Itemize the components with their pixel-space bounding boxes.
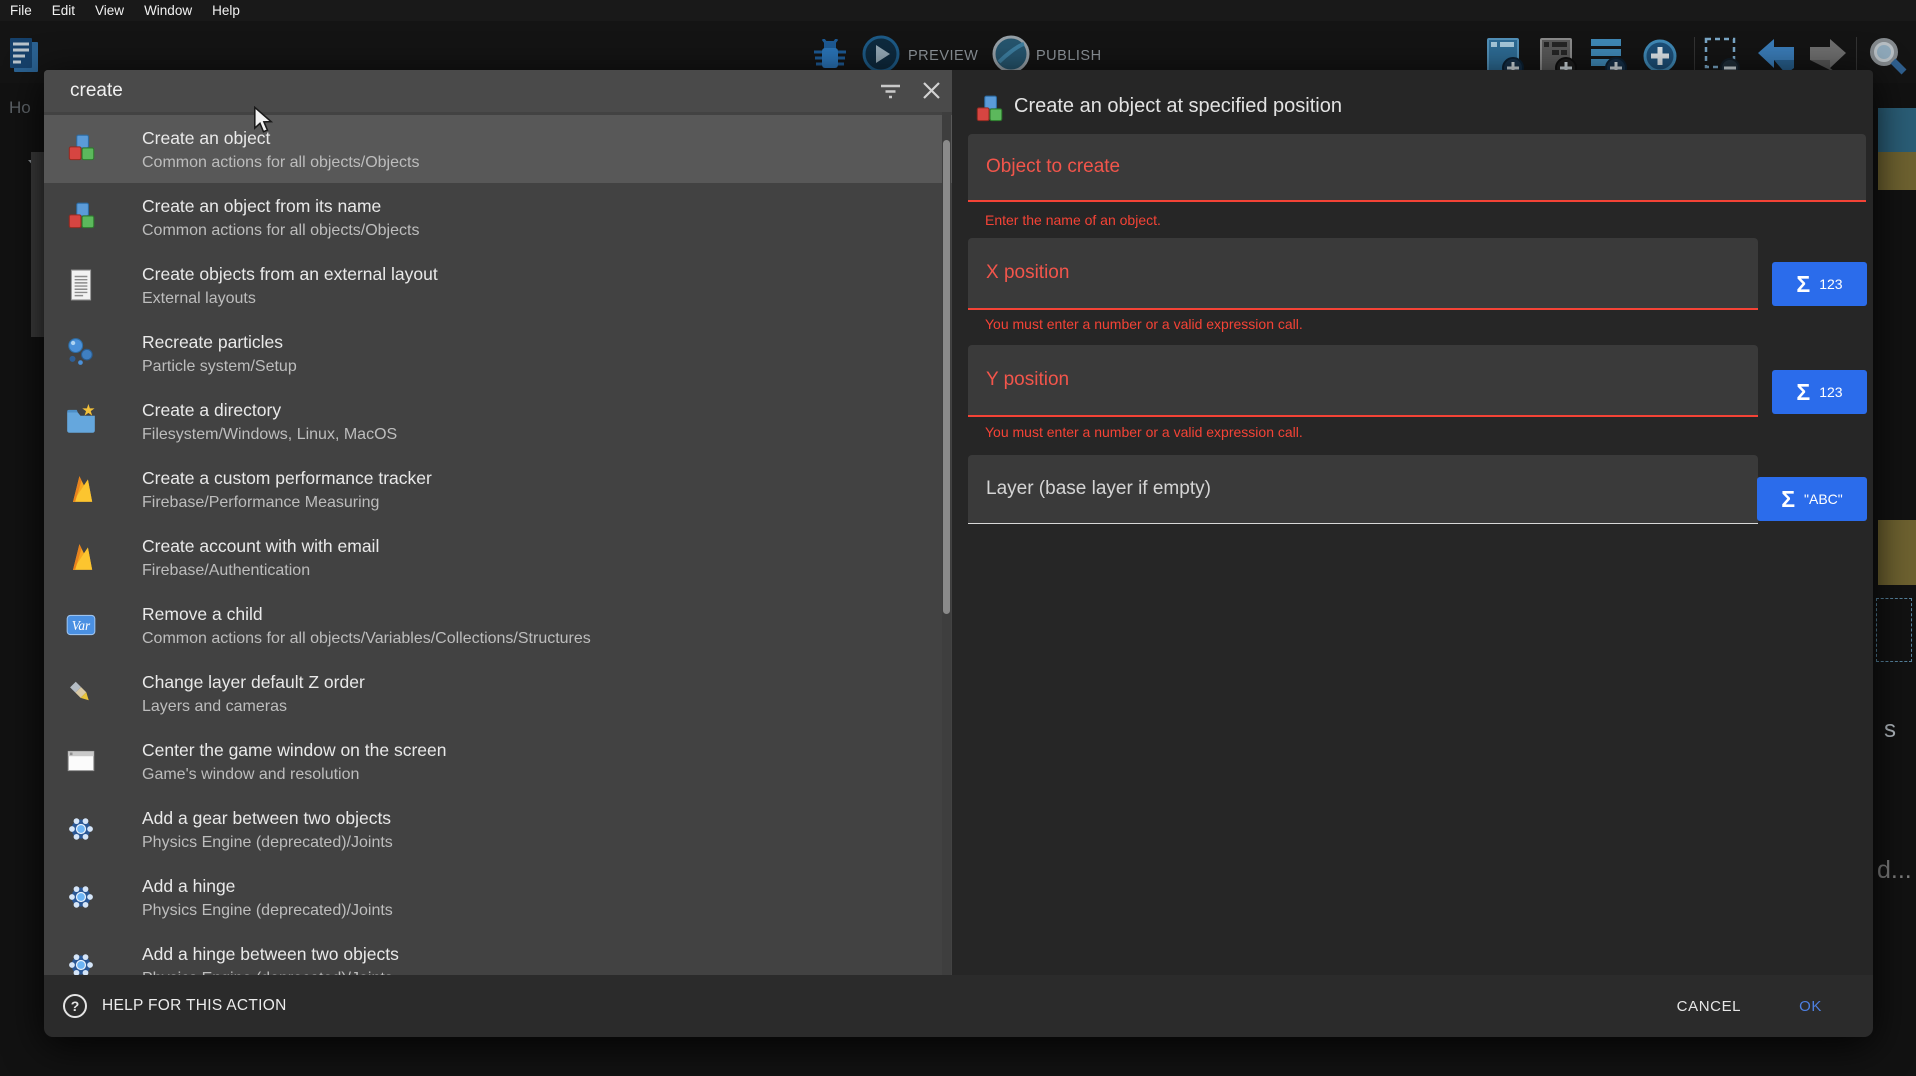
field-helper-text: Enter the name of an object. xyxy=(985,212,1161,228)
particles-icon xyxy=(64,336,98,370)
scrollbar-thumb[interactable] xyxy=(943,140,950,614)
document-icon xyxy=(64,268,98,302)
action-list-item[interactable]: Create an object Common actions for all … xyxy=(44,115,952,183)
sigma-icon: Σ xyxy=(1796,381,1810,404)
objects-cubes-icon xyxy=(64,132,98,166)
field-error-text: You must enter a number or a valid expre… xyxy=(985,316,1303,332)
action-list-item[interactable]: Var Remove a child Common actions for al… xyxy=(44,591,952,659)
y-position-field[interactable]: Y position xyxy=(968,345,1758,417)
firebase-flame-icon xyxy=(64,472,98,506)
sigma-icon: Σ xyxy=(1796,273,1810,296)
action-search-panel: create Create an object Common actions f… xyxy=(44,70,952,975)
action-list-item[interactable]: Center the game window on the screen Gam… xyxy=(44,727,952,795)
background-panel-edge xyxy=(31,152,44,337)
filter-icon[interactable] xyxy=(877,77,904,104)
background-clipped-text: s xyxy=(1884,716,1896,744)
action-list-item[interactable]: Create account with with email Firebase/… xyxy=(44,523,952,591)
layer-field[interactable]: Layer (base layer if empty) xyxy=(968,455,1758,524)
publish-button-label[interactable]: PUBLISH xyxy=(1036,48,1102,64)
x-position-field[interactable]: X position xyxy=(968,238,1758,310)
dialog-footer: ? HELP FOR THIS ACTION CANCEL OK xyxy=(44,975,1873,1037)
action-list-item[interactable]: Create a custom performance tracker Fire… xyxy=(44,455,952,523)
action-list-item[interactable]: Recreate particles Particle system/Setup xyxy=(44,319,952,387)
field-label: Layer (base layer if empty) xyxy=(986,478,1211,500)
action-parameters-panel: Create an object at specified position O… xyxy=(952,70,1873,975)
menu-help[interactable]: Help xyxy=(202,1,250,21)
background-selection-rect xyxy=(1876,598,1912,662)
svg-text:?: ? xyxy=(71,998,80,1014)
field-label: X position xyxy=(986,262,1069,284)
action-list-item[interactable]: Add a gear between two objects Physics E… xyxy=(44,795,952,863)
field-error-text: You must enter a number or a valid expre… xyxy=(985,424,1303,440)
background-teal-block xyxy=(1878,108,1916,152)
menu-edit[interactable]: Edit xyxy=(42,1,85,21)
action-list-item[interactable]: Create objects from an external layout E… xyxy=(44,251,952,319)
close-icon[interactable] xyxy=(918,77,945,104)
menu-view[interactable]: View xyxy=(85,1,134,21)
preview-button-label[interactable]: PREVIEW xyxy=(908,48,978,64)
objects-cubes-icon xyxy=(64,200,98,234)
menu-window[interactable]: Window xyxy=(134,1,202,21)
project-manager-icon[interactable] xyxy=(8,36,40,79)
ok-button[interactable]: OK xyxy=(1793,997,1828,1016)
background-olive-block xyxy=(1878,152,1916,190)
sigma-icon: Σ xyxy=(1781,488,1795,511)
action-list-item[interactable]: Change layer default Z order Layers and … xyxy=(44,659,952,727)
field-label: Y position xyxy=(986,369,1069,391)
gear-icon xyxy=(64,880,98,914)
layer-brush-icon xyxy=(64,676,98,710)
field-label: Object to create xyxy=(986,156,1120,178)
action-list-item[interactable]: ★ Create a directory Filesystem/Windows,… xyxy=(44,387,952,455)
x-position-expression-button[interactable]: Σ 123 xyxy=(1772,262,1867,306)
mouse-cursor xyxy=(252,106,273,139)
gear-icon xyxy=(64,948,98,975)
background-clipped-text: d... xyxy=(1877,856,1912,885)
instruction-editor-dialog: create Create an object Common actions f… xyxy=(44,70,1873,1037)
layer-expression-button[interactable]: Σ "ABC" xyxy=(1757,477,1867,521)
menu-file[interactable]: File xyxy=(9,1,42,21)
help-icon: ? xyxy=(62,993,88,1019)
search-input[interactable]: create xyxy=(70,80,123,102)
menu-bar: FileEditViewWindowHelp xyxy=(0,0,1916,21)
object-to-create-field[interactable]: Object to create xyxy=(968,134,1866,202)
background-olive-block xyxy=(1878,520,1916,585)
action-list: Create an object Common actions for all … xyxy=(44,112,952,975)
firebase-flame-icon xyxy=(64,540,98,574)
cancel-button[interactable]: CANCEL xyxy=(1671,997,1747,1016)
var-badge-icon: Var xyxy=(64,608,98,642)
help-button[interactable]: ? HELP FOR THIS ACTION xyxy=(62,993,287,1019)
y-position-expression-button[interactable]: Σ 123 xyxy=(1772,370,1867,414)
objects-cubes-icon xyxy=(972,93,1004,125)
svg-text:Var: Var xyxy=(72,618,91,633)
action-list-item[interactable]: Add a hinge Physics Engine (deprecated)/… xyxy=(44,863,952,931)
action-list-item[interactable]: Create an object from its name Common ac… xyxy=(44,183,952,251)
action-list-item[interactable]: Add a hinge between two objects Physics … xyxy=(44,931,952,975)
gear-icon xyxy=(64,812,98,846)
search-bar[interactable]: create xyxy=(44,70,952,112)
window-icon xyxy=(64,744,98,778)
home-tab-label[interactable]: Ho xyxy=(9,98,31,118)
folder-star-icon: ★ xyxy=(64,404,98,438)
svg-text:★: ★ xyxy=(81,404,95,420)
action-title: Create an object at specified position xyxy=(1014,95,1342,118)
